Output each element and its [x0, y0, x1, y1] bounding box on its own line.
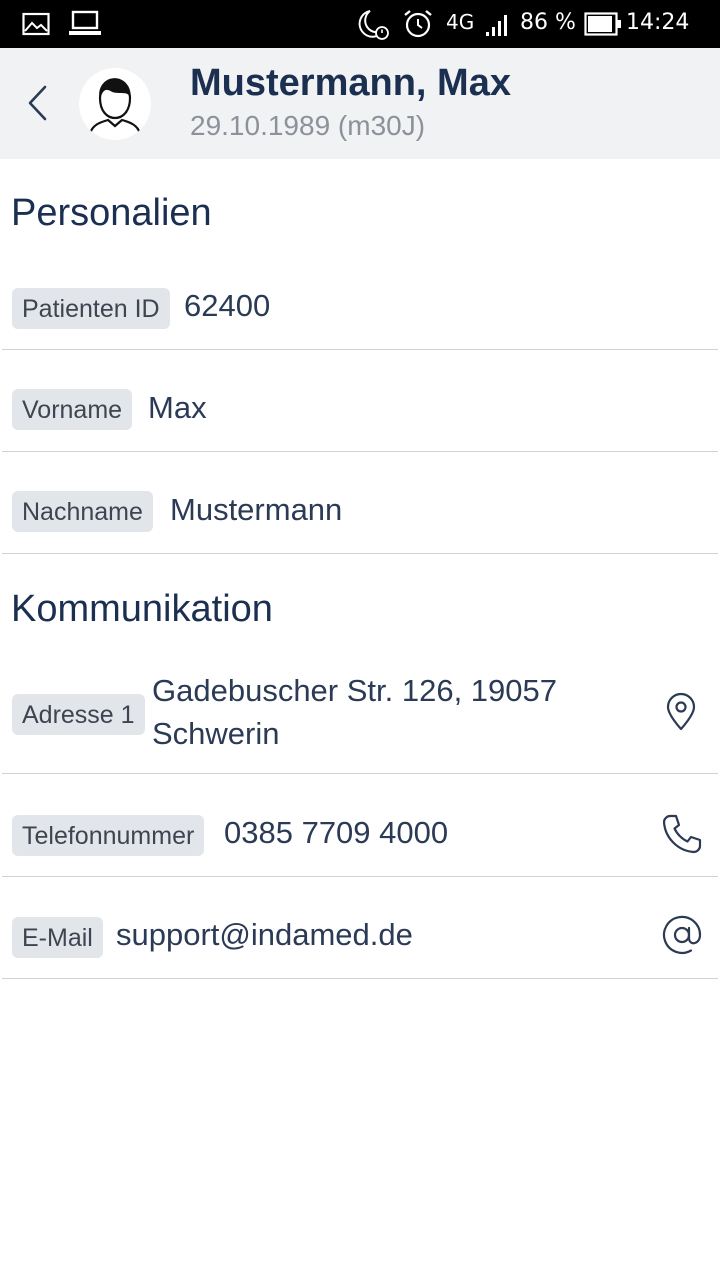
back-button[interactable] [18, 78, 58, 128]
address-line-1: Gadebuscher Str. 126, 19057 [152, 673, 558, 708]
phone-icon[interactable] [660, 812, 704, 861]
field-label-email: E-Mail [12, 917, 103, 958]
field-value-nachname: Mustermann [170, 492, 343, 527]
at-sign-icon[interactable] [660, 913, 704, 962]
field-row-patient-id: Patienten ID 62400 [2, 258, 718, 350]
field-value-vorname: Max [148, 390, 207, 425]
person-avatar-icon [88, 78, 142, 136]
field-row-phone[interactable]: Telefonnummer 0385 7709 4000 [2, 774, 718, 877]
field-label-phone: Telefonnummer [12, 815, 205, 856]
field-row-vorname: Vorname Max [2, 350, 718, 452]
battery-icon [584, 12, 622, 40]
field-label-address: Adresse 1 [12, 694, 145, 735]
network-type: 4G [446, 10, 475, 34]
map-pin-icon[interactable] [662, 692, 700, 737]
patient-birthdate: 29.10.1989 (m30J) [190, 110, 426, 141]
field-row-address[interactable]: Adresse 1 Gadebuscher Str. 126, 19057 Sc… [2, 654, 718, 774]
image-icon [22, 12, 50, 40]
field-row-nachname: Nachname Mustermann [2, 452, 718, 554]
field-value-phone: 0385 7709 4000 [224, 815, 449, 850]
patient-header: Mustermann, Max 29.10.1989 (m30J) [0, 48, 720, 159]
field-row-email[interactable]: E-Mail support@indamed.de [2, 877, 718, 979]
address-line-2: Schwerin [152, 716, 280, 751]
chevron-left-icon [28, 85, 47, 121]
section-title-kommunikation: Kommunikation [11, 588, 273, 630]
night-alarm-icon [356, 8, 392, 46]
laptop-icon [68, 10, 102, 42]
alarm-clock-icon [402, 8, 434, 44]
field-value-email: support@indamed.de [116, 917, 413, 952]
field-label-vorname: Vorname [12, 389, 133, 430]
signal-icon [484, 10, 514, 42]
battery-percent: 86 % [520, 10, 576, 35]
field-value-patient-id: 62400 [184, 288, 271, 323]
field-value-address: Gadebuscher Str. 126, 19057 Schwerin [152, 669, 557, 755]
status-bar-right: 4G 86 % 14:24 [356, 6, 706, 42]
field-label-patient-id: Patienten ID [12, 288, 170, 329]
patient-name: Mustermann, Max [190, 62, 511, 104]
field-label-nachname: Nachname [12, 491, 153, 532]
avatar [79, 68, 151, 140]
section-title-personalien: Personalien [11, 192, 212, 234]
clock-time: 14:24 [626, 10, 690, 35]
status-bar: 4G 86 % 14:24 [0, 0, 720, 48]
